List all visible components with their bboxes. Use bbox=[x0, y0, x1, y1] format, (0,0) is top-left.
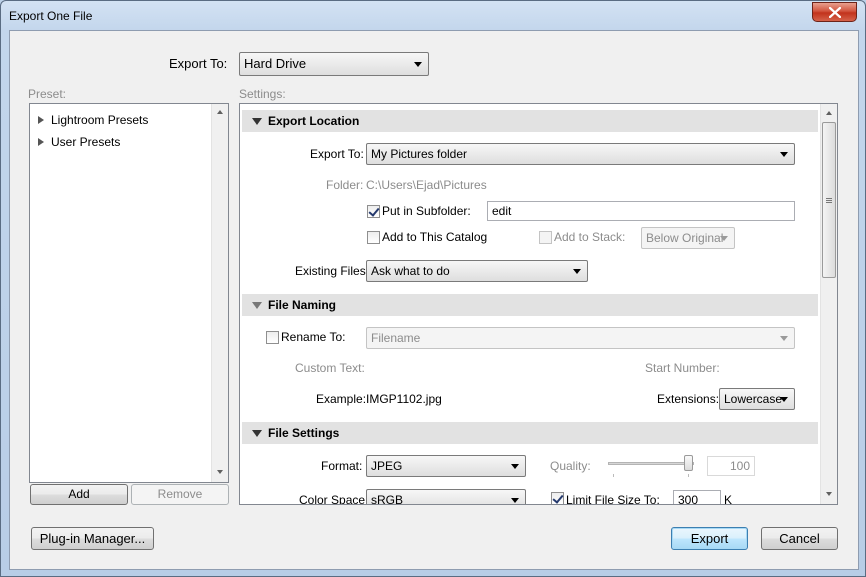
color-space-select[interactable]: sRGB bbox=[366, 489, 526, 505]
triangle-down-icon bbox=[252, 302, 262, 309]
chevron-down-icon bbox=[780, 152, 788, 157]
add-to-catalog-checkbox[interactable] bbox=[367, 231, 380, 244]
location-export-to-select[interactable]: My Pictures folder bbox=[366, 143, 795, 165]
dialog-body: Export To: Hard Drive Preset: Lightroom … bbox=[9, 30, 859, 570]
slider-tick bbox=[613, 474, 614, 477]
chevron-down-icon bbox=[414, 62, 422, 67]
extensions-label: Extensions: bbox=[657, 392, 720, 406]
close-button[interactable] bbox=[812, 2, 857, 22]
export-to-value: Hard Drive bbox=[244, 56, 307, 71]
chevron-down-icon bbox=[780, 397, 788, 402]
slider-tick bbox=[688, 474, 689, 477]
custom-text-label: Custom Text: bbox=[295, 361, 365, 375]
extensions-select[interactable]: Lowercase bbox=[719, 388, 795, 410]
location-export-to-value: My Pictures folder bbox=[371, 147, 468, 161]
example-value: IMGP1102.jpg bbox=[366, 392, 442, 406]
folder-path: C:\Users\Ejad\Pictures bbox=[366, 178, 487, 192]
start-number-label: Start Number: bbox=[645, 361, 720, 375]
scroll-down-icon bbox=[826, 492, 832, 496]
export-button[interactable]: Export bbox=[671, 527, 748, 550]
preset-item-label: User Presets bbox=[51, 135, 121, 149]
triangle-right-icon bbox=[38, 138, 44, 146]
preset-item-user[interactable]: User Presets bbox=[38, 135, 120, 149]
preset-label: Preset: bbox=[28, 87, 67, 101]
settings-scroll-thumb[interactable] bbox=[822, 122, 836, 278]
existing-files-label: Existing Files: bbox=[295, 264, 370, 278]
rename-template-value: Filename bbox=[371, 331, 421, 345]
preset-list: Lightroom Presets User Presets bbox=[29, 103, 229, 483]
add-preset-button[interactable]: Add bbox=[30, 484, 128, 505]
put-in-subfolder-label: Put in Subfolder: bbox=[382, 204, 471, 218]
example-label: Example: bbox=[316, 392, 367, 406]
section-title: Export Location bbox=[268, 114, 360, 128]
section-file-settings[interactable]: File Settings bbox=[242, 422, 818, 444]
quality-label: Quality: bbox=[550, 459, 591, 473]
preset-scrollbar[interactable] bbox=[211, 104, 228, 482]
export-to-label: Export To: bbox=[169, 56, 228, 71]
section-title: File Settings bbox=[268, 426, 340, 440]
existing-files-value: Ask what to do bbox=[371, 264, 450, 278]
add-to-stack-label: Add to Stack: bbox=[554, 230, 626, 244]
existing-files-select[interactable]: Ask what to do bbox=[366, 260, 588, 282]
remove-preset-button[interactable]: Remove bbox=[131, 484, 229, 505]
rename-template-select[interactable]: Filename bbox=[366, 327, 795, 349]
section-title: File Naming bbox=[268, 298, 337, 312]
limit-size-label: Limit File Size To: bbox=[566, 493, 660, 505]
triangle-right-icon bbox=[38, 116, 44, 124]
quality-slider-handle[interactable] bbox=[684, 455, 693, 471]
export-to-select[interactable]: Hard Drive bbox=[239, 52, 429, 76]
quality-input[interactable]: 100 bbox=[707, 456, 755, 476]
chevron-down-icon bbox=[720, 236, 728, 241]
add-to-stack-checkbox[interactable] bbox=[539, 231, 552, 244]
plugin-manager-button[interactable]: Plug-in Manager... bbox=[31, 527, 154, 550]
put-in-subfolder-checkbox[interactable] bbox=[367, 205, 380, 218]
quality-slider-track[interactable] bbox=[608, 462, 694, 465]
rename-to-label: Rename To: bbox=[281, 330, 346, 344]
limit-size-input[interactable]: 300 bbox=[673, 490, 721, 504]
chevron-down-icon bbox=[511, 464, 519, 469]
settings-scrollbar[interactable] bbox=[820, 104, 837, 504]
scroll-up-icon bbox=[826, 111, 832, 115]
format-value: JPEG bbox=[371, 459, 403, 473]
limit-size-checkbox[interactable] bbox=[551, 492, 564, 504]
preset-item-lightroom[interactable]: Lightroom Presets bbox=[38, 113, 148, 127]
color-space-label: Color Space: bbox=[299, 493, 369, 505]
triangle-down-icon bbox=[252, 430, 262, 437]
chevron-down-icon bbox=[511, 498, 519, 503]
cancel-button[interactable]: Cancel bbox=[761, 527, 838, 550]
chevron-down-icon bbox=[573, 269, 581, 274]
subfolder-input[interactable]: edit bbox=[487, 201, 795, 221]
folder-label: Folder: bbox=[326, 178, 364, 192]
window-title: Export One File bbox=[9, 9, 93, 23]
rename-to-checkbox[interactable] bbox=[266, 331, 279, 344]
color-space-value: sRGB bbox=[371, 493, 404, 505]
chevron-down-icon bbox=[780, 336, 788, 341]
stack-position-value: Below Original bbox=[646, 231, 724, 245]
scroll-down-icon bbox=[217, 470, 223, 474]
triangle-down-icon bbox=[252, 118, 262, 125]
scroll-up-icon bbox=[217, 110, 223, 114]
format-select[interactable]: JPEG bbox=[366, 455, 526, 477]
location-export-to-label: Export To: bbox=[310, 147, 364, 161]
stack-position-select[interactable]: Below Original bbox=[641, 227, 735, 249]
settings-label: Settings: bbox=[239, 87, 286, 101]
section-export-location[interactable]: Export Location bbox=[242, 110, 818, 132]
limit-size-unit: K bbox=[724, 493, 733, 505]
settings-panel: Export Location Export To: My Pictures f… bbox=[239, 103, 838, 505]
close-icon bbox=[828, 6, 841, 18]
section-file-naming[interactable]: File Naming bbox=[242, 294, 818, 316]
format-label: Format: bbox=[321, 459, 363, 473]
preset-item-label: Lightroom Presets bbox=[51, 113, 149, 127]
extensions-value: Lowercase bbox=[724, 392, 783, 406]
add-to-catalog-label: Add to This Catalog bbox=[382, 230, 488, 244]
export-dialog-window: Export One File Export To: Hard Drive Pr… bbox=[0, 0, 866, 577]
